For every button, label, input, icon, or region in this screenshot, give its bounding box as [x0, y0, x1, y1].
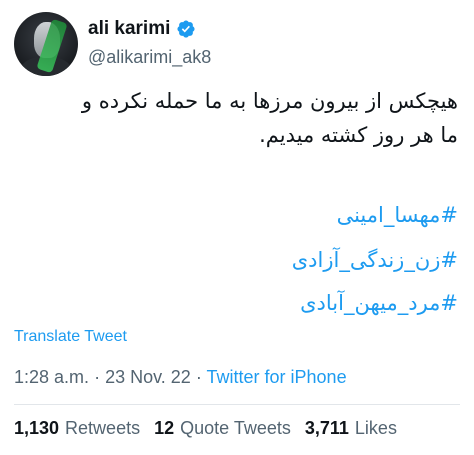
verified-badge-icon — [177, 20, 195, 38]
author-name-row[interactable]: ali karimi — [88, 18, 196, 40]
tweet-date[interactable]: 23 Nov. 22 — [105, 367, 191, 387]
hashtag-link[interactable]: #مرد_میهن_آبادی — [18, 291, 458, 315]
quote-tweets-label: Quote Tweets — [180, 418, 291, 438]
meta-separator: · — [94, 367, 101, 387]
tweet-text: هیچکس از بیرون مرزها به ما حمله نکرده و … — [18, 84, 458, 152]
translate-tweet-link[interactable]: Translate Tweet — [14, 328, 127, 346]
retweets-count: 1,130 — [14, 418, 60, 438]
hashtag-link[interactable]: #زن_زندگی_آزادی — [18, 248, 458, 272]
author-name[interactable]: ali karimi — [88, 18, 170, 40]
tweet-text-line-1: هیچکس از بیرون مرزها به ما حمله نکرده و — [81, 89, 458, 113]
author-handle[interactable]: @alikarimi_ak8 — [88, 47, 211, 68]
tweet-meta: 1:28 a.m. · 23 Nov. 22 · Twitter for iPh… — [14, 367, 347, 388]
hashtag-link[interactable]: #مهسا_امینی — [18, 203, 458, 227]
quote-tweets-count: 12 — [154, 418, 175, 438]
likes-stat[interactable]: 3,711 Likes — [305, 418, 397, 439]
divider — [14, 404, 460, 405]
tweet-stats: 1,130 Retweets 12 Quote Tweets 3,711 Lik… — [14, 418, 397, 439]
tweet-text-line-2: ما هر روز کشته میدیم. — [259, 123, 458, 147]
retweets-stat[interactable]: 1,130 Retweets — [14, 418, 140, 439]
tweet-source-link[interactable]: Twitter for iPhone — [207, 367, 347, 387]
tweet-time[interactable]: 1:28 a.m. — [14, 367, 89, 387]
avatar[interactable] — [14, 12, 78, 76]
retweets-label: Retweets — [65, 418, 141, 438]
quote-tweets-stat[interactable]: 12 Quote Tweets — [154, 418, 291, 439]
likes-label: Likes — [354, 418, 397, 438]
likes-count: 3,711 — [304, 418, 349, 438]
meta-separator: · — [195, 367, 202, 387]
